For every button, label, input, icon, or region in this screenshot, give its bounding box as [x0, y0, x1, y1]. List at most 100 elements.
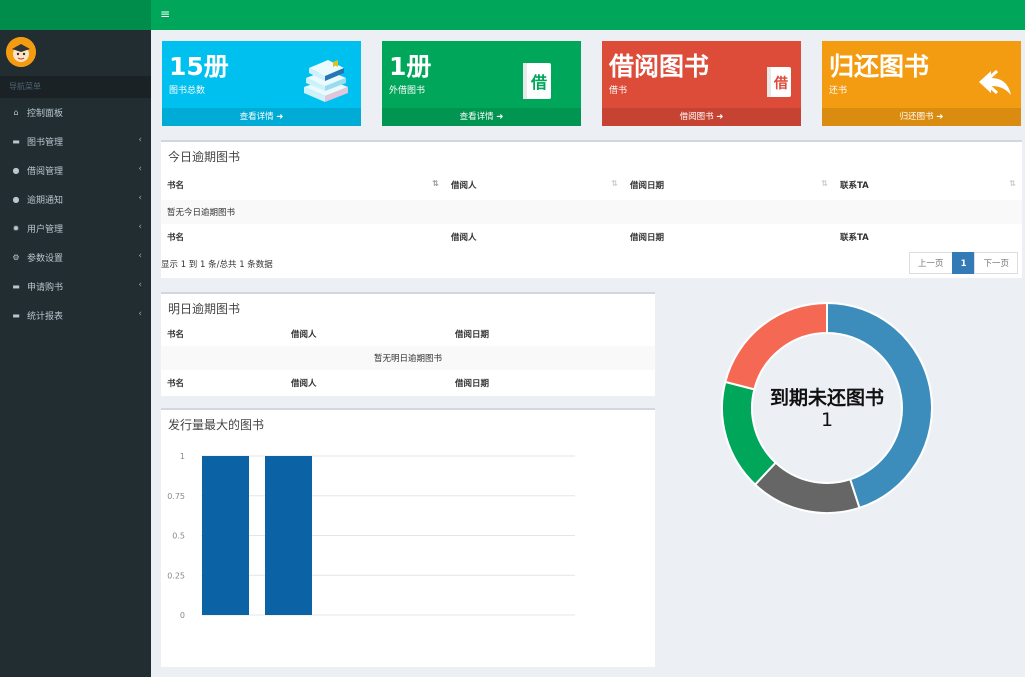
- sidebar-item-label: 图书管理: [27, 138, 64, 148]
- borrow-books-link[interactable]: 借阅图书 ➜: [602, 108, 801, 126]
- chevron-left-icon: ‹: [138, 135, 142, 145]
- chevron-left-icon: ‹: [138, 222, 142, 232]
- column-footer: 书名: [167, 379, 185, 389]
- next-page-button[interactable]: 下一页: [974, 252, 1018, 274]
- logo-area: [0, 0, 151, 30]
- svg-text:借: 借: [773, 75, 788, 92]
- column-header: 书名: [167, 330, 185, 340]
- book-icon: ▬: [12, 311, 20, 320]
- sidebar-item-label: 用户管理: [27, 225, 64, 235]
- y-tick-label: 0.5: [172, 532, 185, 541]
- donut-slice[interactable]: [753, 461, 861, 514]
- today-overdue-panel: 今日逾期图书 书名 ⇅ 借阅人 ⇅ 借阅日期 ⇅ 联系TA ⇅ 暂无今日逾期图书 书名 …: [161, 140, 1022, 278]
- sidebar-item-label: 统计报表: [27, 312, 64, 322]
- stat-number: 1册: [389, 52, 432, 81]
- sort-icon[interactable]: ⇅: [1009, 179, 1016, 188]
- sort-icon[interactable]: ⇅: [611, 179, 618, 188]
- donut-slice[interactable]: [724, 301, 828, 391]
- empty-message: 暂无明日逾期图书: [373, 354, 442, 364]
- sidebar-item-label: 参数设置: [27, 254, 64, 264]
- column-footer: 借阅日期: [455, 379, 490, 389]
- user-icon: ●: [12, 195, 20, 204]
- page-1-button[interactable]: 1: [951, 252, 976, 274]
- sidebar-item-label: 逾期通知: [27, 196, 64, 206]
- sort-icon[interactable]: ⇅: [821, 179, 828, 188]
- stat-label: 借书: [609, 86, 628, 96]
- bar[interactable]: [265, 456, 312, 615]
- books-icon: [301, 57, 351, 106]
- donut-value: 1: [820, 409, 834, 431]
- column-footer: 借阅日期: [630, 232, 665, 243]
- sidebar: 导航菜单 ⌂ 控制面板 ▬ 图书管理 ‹ ● 借阅管理 ‹ ● 逾期通知 ‹ ✹ 用户管理 ‹ ⚙ 参数设置 ‹…: [0, 30, 151, 677]
- chevron-left-icon: ‹: [138, 280, 142, 290]
- nav-menu: ⌂ 控制面板 ▬ 图书管理 ‹ ● 借阅管理 ‹ ● 逾期通知 ‹ ✹ 用户管理 ‹ ⚙ 参数设置 ‹ ▬ 申请购书…: [0, 98, 151, 330]
- column-footer: 书名: [167, 232, 185, 243]
- empty-message: 暂无今日逾期图书: [167, 208, 236, 218]
- book-icon: ▬: [12, 282, 20, 291]
- sidebar-item-label: 借阅管理: [27, 167, 64, 177]
- sidebar-item-5[interactable]: ⚙ 参数设置 ‹: [0, 243, 151, 272]
- table-footer-row: 书名 借阅人 借阅日期 联系TA: [161, 224, 1022, 249]
- menu-toggle-icon[interactable]: ≡: [160, 7, 170, 21]
- column-header[interactable]: 借阅日期 ⇅: [624, 170, 834, 200]
- stat-label: 还书: [829, 86, 848, 96]
- sidebar-item-1[interactable]: ▬ 图书管理 ‹: [0, 127, 151, 156]
- view-details-link[interactable]: 查看详情 ➜: [382, 108, 581, 126]
- sidebar-item-2[interactable]: ● 借阅管理 ‹: [0, 156, 151, 185]
- stat-number: 归还图书: [829, 52, 930, 81]
- panel-title: 明日逾期图书: [168, 302, 241, 316]
- stat-label: 外借图书: [389, 86, 426, 96]
- tomorrow-overdue-panel: 明日逾期图书 书名 借阅人 借阅日期 暂无明日逾期图书 书名 借阅人 借阅日期: [161, 292, 655, 396]
- column-header[interactable]: 联系TA ⇅: [834, 170, 1022, 200]
- tomorrow-overdue-table: 书名 借阅人 借阅日期 暂无明日逾期图书 书名 借阅人 借阅日期: [161, 322, 655, 396]
- sort-icon[interactable]: ⇅: [432, 179, 439, 188]
- sidebar-item-0[interactable]: ⌂ 控制面板: [0, 98, 151, 127]
- column-footer: 联系TA: [840, 232, 869, 243]
- table-header-row: 书名 借阅人 借阅日期: [161, 322, 655, 346]
- chevron-left-icon: ‹: [138, 309, 142, 319]
- borrow-book-icon: 借: [521, 61, 553, 104]
- chevron-left-icon: ‹: [138, 193, 142, 203]
- stat-box-total-books: 15册 图书总数 查看详情 ➜: [162, 41, 361, 126]
- y-tick-label: 0.75: [167, 492, 185, 501]
- column-header: 借阅日期: [455, 330, 490, 340]
- today-overdue-table: 书名 ⇅ 借阅人 ⇅ 借阅日期 ⇅ 联系TA ⇅ 暂无今日逾期图书 书名 借阅人 借阅日…: [161, 170, 1022, 249]
- user-icon: ●: [12, 166, 20, 175]
- table-footer-row: 书名 借阅人 借阅日期: [161, 370, 655, 396]
- view-details-link[interactable]: 查看详情 ➜: [162, 108, 361, 126]
- sidebar-item-7[interactable]: ▬ 统计报表 ‹: [0, 301, 151, 330]
- top-navbar: ≡: [0, 0, 1025, 30]
- bar-chart: 0 0.25 0.5 0.75 1: [167, 452, 575, 620]
- table-row: 暂无今日逾期图书: [161, 200, 1022, 224]
- return-books-link[interactable]: 归还图书 ➜: [822, 108, 1021, 126]
- table-row: 暂无明日逾期图书: [161, 346, 655, 370]
- column-header[interactable]: 书名 ⇅: [161, 170, 445, 200]
- user-panel: [0, 30, 151, 76]
- column-header: 借阅人: [291, 330, 317, 340]
- top-books-panel: 发行量最大的图书 0 0.25 0.5 0.75 1: [161, 408, 655, 667]
- donut-title: 到期未还图书: [769, 387, 884, 409]
- sidebar-item-6[interactable]: ▬ 申请购书 ‹: [0, 272, 151, 301]
- avatar[interactable]: [6, 37, 36, 67]
- stat-box-borrow-books: 借阅图书 借书 借 借阅图书 ➜: [602, 41, 801, 126]
- nav-header: 导航菜单: [0, 76, 151, 98]
- chevron-left-icon: ‹: [138, 164, 142, 174]
- svg-text:借: 借: [530, 73, 547, 92]
- sidebar-item-label: 申请购书: [27, 283, 64, 293]
- bar[interactable]: [202, 456, 249, 615]
- table-info: 显示 1 到 1 条/总共 1 条数据: [161, 260, 273, 270]
- book-icon: ▬: [12, 137, 20, 146]
- gear-icon: ✹: [12, 224, 20, 233]
- stat-box-return-books: 归还图书 还书 归还图书 ➜: [822, 41, 1021, 126]
- column-footer: 借阅人: [291, 379, 317, 389]
- home-icon: ⌂: [13, 108, 19, 117]
- stat-box-borrowed-out: 1册 外借图书 借 查看详情 ➜: [382, 41, 581, 126]
- panel-title: 发行量最大的图书: [168, 418, 265, 432]
- sidebar-item-3[interactable]: ● 逾期通知 ‹: [0, 185, 151, 214]
- sidebar-item-4[interactable]: ✹ 用户管理 ‹: [0, 214, 151, 243]
- y-tick-label: 0: [180, 611, 185, 620]
- prev-page-button[interactable]: 上一页: [909, 252, 953, 274]
- column-header[interactable]: 借阅人 ⇅: [445, 170, 624, 200]
- y-tick-label: 0.25: [167, 571, 185, 580]
- gears-icon: ⚙: [12, 253, 20, 262]
